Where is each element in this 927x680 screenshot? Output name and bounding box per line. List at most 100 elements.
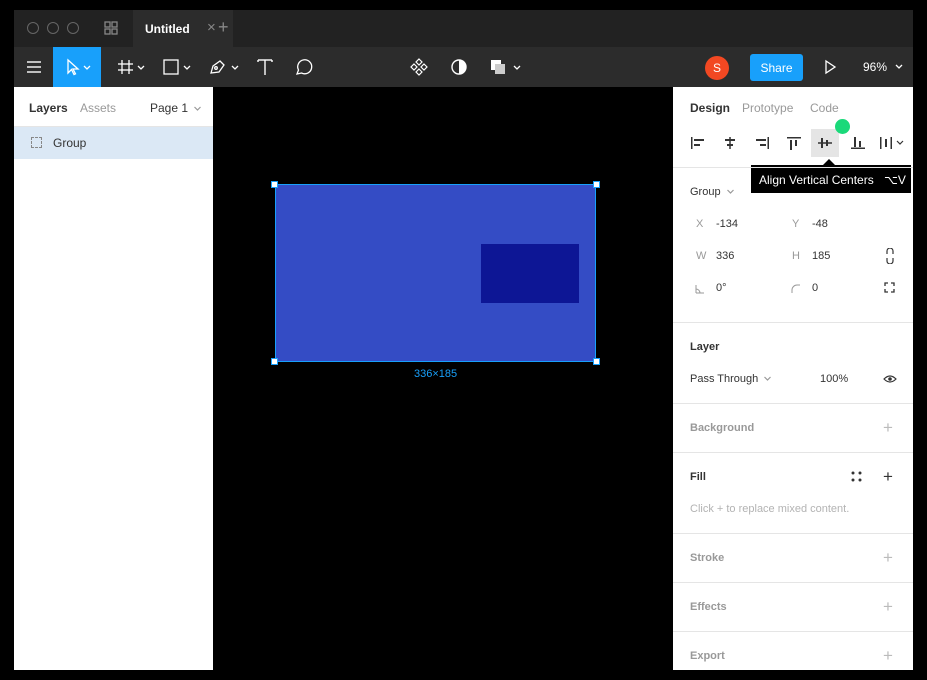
effects-section-title: Effects	[690, 601, 727, 613]
move-tool-button[interactable]	[53, 47, 101, 87]
close-tab-icon[interactable]: ×	[207, 19, 216, 36]
align-bottom-button[interactable]	[844, 129, 872, 157]
add-fill-icon[interactable]: +	[883, 468, 893, 485]
maximize-window-button[interactable]	[67, 22, 79, 34]
fill-hint: Click + to replace mixed content.	[690, 503, 850, 515]
divider	[673, 582, 913, 583]
align-horizontal-centers-button[interactable]	[716, 129, 744, 157]
frame-icon	[118, 60, 145, 74]
rotation-input[interactable]: 0°	[716, 282, 727, 294]
divider	[673, 403, 913, 404]
rectangle-icon	[163, 59, 191, 75]
fill-styles-icon[interactable]	[851, 471, 862, 485]
file-tab-title: Untitled	[145, 22, 190, 36]
pen-tool-button[interactable]	[206, 47, 242, 87]
cursor-arrow-icon	[67, 58, 91, 76]
properties-panel: Design Prototype Code Align Vertical Cen…	[673, 87, 913, 670]
stroke-section-title: Stroke	[690, 552, 725, 564]
fill-section-title: Fill	[690, 471, 706, 483]
chevron-down-icon	[764, 376, 772, 381]
tooltip-shortcut: ⌥V	[884, 173, 906, 187]
height-input[interactable]: 185	[812, 250, 830, 262]
x-input[interactable]: -134	[716, 218, 738, 230]
close-window-button[interactable]	[27, 22, 39, 34]
visibility-eye-icon[interactable]	[883, 373, 897, 387]
background-section-title: Background	[690, 422, 755, 434]
shape-tool-button[interactable]	[160, 47, 196, 87]
divider	[673, 322, 913, 323]
menu-icon[interactable]	[22, 47, 46, 87]
minimize-window-button[interactable]	[47, 22, 59, 34]
layer-row-group[interactable]: Group	[14, 127, 213, 159]
pointer-indicator	[835, 119, 850, 134]
align-top-button[interactable]	[780, 129, 808, 157]
add-effect-icon[interactable]: +	[883, 598, 893, 615]
chevron-down-icon	[726, 189, 734, 194]
align-left-icon	[691, 137, 704, 149]
frame-type-dropdown[interactable]: Group	[690, 186, 735, 198]
rotation-icon	[695, 283, 705, 297]
play-icon	[825, 59, 837, 75]
text-icon	[257, 59, 273, 75]
inner-rectangle[interactable]	[481, 244, 579, 303]
align-top-icon	[787, 137, 801, 150]
boolean-operations-button[interactable]	[488, 47, 524, 87]
align-left-button[interactable]	[684, 129, 712, 157]
h-label: H	[792, 250, 800, 262]
constrain-proportions-icon[interactable]	[885, 247, 895, 267]
component-icon	[410, 58, 428, 76]
resize-handle-top-left[interactable]	[271, 181, 278, 188]
align-bottom-icon	[851, 137, 865, 149]
zoom-dropdown[interactable]: 96%	[863, 60, 904, 74]
opacity-input[interactable]: 100%	[820, 373, 848, 385]
y-input[interactable]: -48	[812, 218, 828, 230]
align-right-button[interactable]	[748, 129, 776, 157]
add-export-icon[interactable]: +	[883, 647, 893, 664]
canvas[interactable]: 336×185	[213, 87, 673, 670]
add-tab-icon[interactable]: +	[218, 17, 229, 38]
tab-prototype[interactable]: Prototype	[742, 101, 793, 115]
corner-radius-input[interactable]: 0	[812, 282, 818, 294]
pen-icon	[210, 60, 239, 74]
frame-tool-button[interactable]	[114, 47, 150, 87]
toolbar: S Share 96%	[14, 47, 913, 87]
divider	[673, 452, 913, 453]
avatar[interactable]: S	[705, 56, 729, 80]
grid-icon[interactable]	[104, 21, 118, 38]
create-component-button[interactable]	[407, 47, 431, 87]
title-bar: Untitled × +	[14, 10, 913, 47]
share-button[interactable]: Share	[750, 54, 803, 81]
text-tool-button[interactable]	[254, 47, 276, 87]
page-selector[interactable]: Page 1	[150, 101, 202, 115]
tooltip-arrow	[823, 159, 835, 165]
add-stroke-icon[interactable]: +	[883, 549, 893, 566]
present-button[interactable]	[820, 47, 840, 87]
divider	[673, 167, 913, 168]
tab-assets[interactable]: Assets	[80, 101, 116, 115]
width-input[interactable]: 336	[716, 250, 734, 262]
resize-handle-top-right[interactable]	[593, 181, 600, 188]
group-layer-icon	[31, 137, 42, 148]
resize-handle-bottom-right[interactable]	[593, 358, 600, 365]
selected-group-rectangle[interactable]	[275, 184, 596, 362]
resize-handle-bottom-left[interactable]	[271, 358, 278, 365]
comment-tool-button[interactable]	[293, 47, 315, 87]
distribute-button[interactable]	[877, 129, 911, 157]
tab-design[interactable]: Design	[690, 101, 730, 115]
layers-panel: Layers Assets Page 1 Group	[14, 87, 213, 670]
align-vertical-center-icon	[818, 138, 832, 148]
independent-corners-icon[interactable]	[884, 282, 895, 296]
add-background-icon[interactable]: +	[883, 419, 893, 436]
chevron-down-icon	[895, 64, 903, 69]
comment-icon	[295, 59, 313, 75]
blend-mode-dropdown[interactable]: Pass Through	[690, 373, 772, 385]
tab-layers[interactable]: Layers	[29, 101, 68, 115]
mask-button[interactable]	[447, 47, 471, 87]
corner-radius-icon	[791, 283, 801, 297]
divider	[673, 533, 913, 534]
tab-code[interactable]: Code	[810, 101, 839, 115]
w-label: W	[696, 250, 707, 262]
export-section-title: Export	[690, 650, 725, 662]
layer-section-title: Layer	[690, 341, 720, 353]
align-vertical-centers-button[interactable]	[811, 129, 839, 157]
